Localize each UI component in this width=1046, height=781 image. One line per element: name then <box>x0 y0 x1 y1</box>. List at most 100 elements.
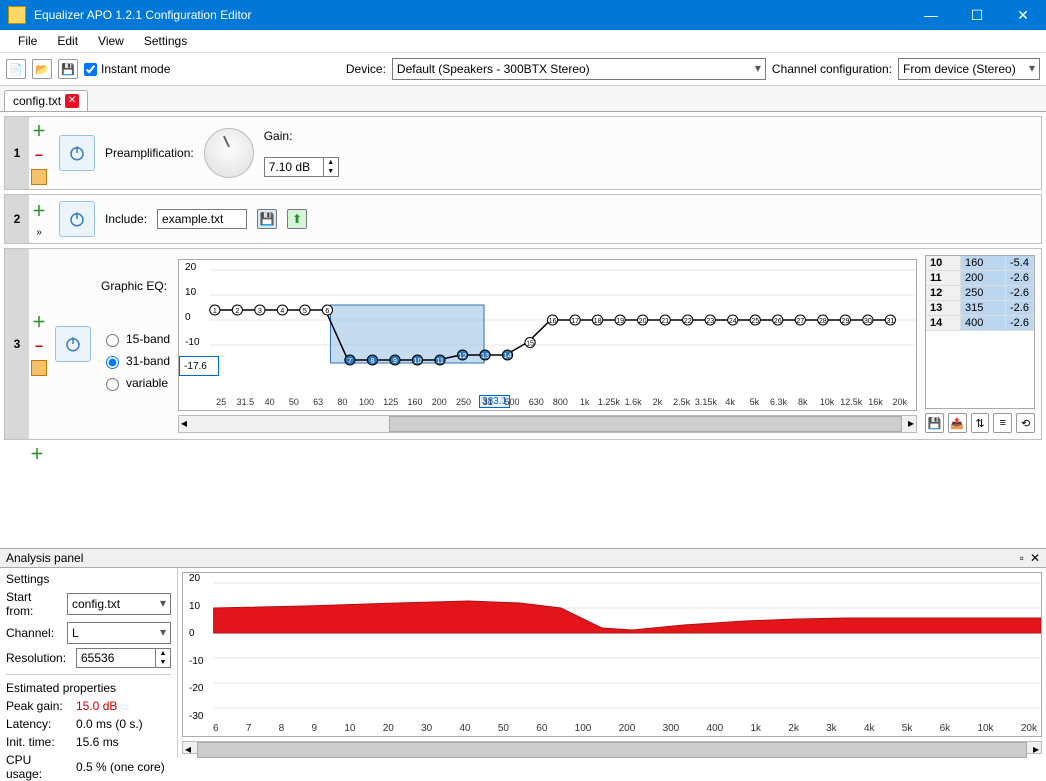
power-button[interactable] <box>55 326 91 362</box>
band-table[interactable]: 10160-5.411200-2.612250-2.613315-2.61440… <box>925 255 1035 409</box>
scroll-left-icon[interactable]: ◂ <box>185 742 191 756</box>
svg-text:13: 13 <box>481 352 489 360</box>
export-bands-button[interactable]: 📤 <box>948 413 967 433</box>
instant-mode-check-icon[interactable] <box>84 63 97 76</box>
edit-filter-icon[interactable] <box>31 360 47 376</box>
new-file-button[interactable]: 📄 <box>6 59 26 79</box>
tab-close-icon[interactable]: ✕ <box>65 94 79 108</box>
scroll-left-icon[interactable]: ◂ <box>181 416 187 430</box>
eq-h-scrollbar[interactable]: ◂ ▸ <box>178 415 917 433</box>
svg-text:29: 29 <box>841 317 849 325</box>
svg-text:23: 23 <box>706 317 714 325</box>
maximize-button[interactable]: ☐ <box>954 0 1000 30</box>
resolution-spinner[interactable]: ▲▼ <box>76 648 171 668</box>
remove-filter-icon[interactable]: − <box>35 147 43 163</box>
svg-text:2: 2 <box>235 307 239 315</box>
open-file-button[interactable]: 📂 <box>32 59 52 79</box>
save-file-button[interactable]: 💾 <box>58 59 78 79</box>
power-icon <box>64 335 82 353</box>
channel-dropdown[interactable]: L <box>67 622 171 644</box>
close-button[interactable]: ✕ <box>1000 0 1046 30</box>
cpu-usage-value: 0.5 % (one core) <box>76 760 165 774</box>
minimize-button[interactable]: — <box>908 0 954 30</box>
svg-text:5: 5 <box>303 307 307 315</box>
add-filter-icon[interactable]: ＋ <box>32 312 46 332</box>
svg-text:26: 26 <box>774 317 782 325</box>
window-title: Equalizer APO 1.2.1 Configuration Editor <box>34 8 908 22</box>
svg-text:17: 17 <box>571 317 579 325</box>
svg-text:19: 19 <box>616 317 624 325</box>
row-number-1: 1 <box>5 117 29 189</box>
mode-variable-radio[interactable]: variable <box>101 375 170 391</box>
latency-value: 0.0 ms (0 s.) <box>76 717 143 731</box>
graphic-eq-label: Graphic EQ: <box>101 279 170 293</box>
analysis-chart[interactable]: 20100-10-20-30 6789102030405060100200300… <box>182 572 1042 737</box>
menu-file[interactable]: File <box>8 32 47 50</box>
reset-bands-button[interactable]: ⟲ <box>1016 413 1035 433</box>
analysis-h-scrollbar[interactable]: ◂ ▸ <box>182 741 1042 754</box>
svg-text:8: 8 <box>371 357 375 365</box>
start-from-dropdown[interactable]: config.txt <box>67 593 171 615</box>
estimated-header: Estimated properties <box>6 681 171 695</box>
analysis-title: Analysis panel <box>6 551 83 565</box>
svg-text:28: 28 <box>819 317 827 325</box>
expand-icon[interactable]: » <box>36 227 42 238</box>
svg-text:27: 27 <box>796 317 804 325</box>
svg-text:6: 6 <box>325 307 329 315</box>
add-row-icon[interactable]: ＋ <box>30 446 44 462</box>
row-number-2: 2 <box>5 195 29 243</box>
close-panel-icon[interactable]: ✕ <box>1030 551 1040 565</box>
device-label: Device: <box>346 62 386 76</box>
scroll-right-icon[interactable]: ▸ <box>1033 742 1039 756</box>
eq-graph[interactable]: 1234567891011121314151617181920212223242… <box>178 259 917 411</box>
band-row[interactable]: 12250-2.6 <box>926 286 1034 301</box>
menubar: File Edit View Settings <box>0 30 1046 53</box>
remove-filter-icon[interactable]: − <box>35 338 43 354</box>
app-icon <box>8 6 26 24</box>
gain-knob[interactable] <box>204 128 254 178</box>
open-include-button[interactable]: ⬆ <box>287 209 307 229</box>
invert-bands-button[interactable]: ⇅ <box>971 413 990 433</box>
svg-text:3: 3 <box>258 307 262 315</box>
band-row[interactable]: 14400-2.6 <box>926 316 1034 331</box>
instant-mode-checkbox[interactable]: Instant mode <box>84 62 170 76</box>
include-input[interactable] <box>157 209 247 229</box>
dock-icon[interactable]: ▫ <box>1020 551 1024 565</box>
add-filter-icon[interactable]: ＋ <box>32 121 46 141</box>
power-button[interactable] <box>59 135 95 171</box>
power-button[interactable] <box>59 201 95 237</box>
edit-filter-icon[interactable] <box>31 169 47 185</box>
band-row[interactable]: 10160-5.4 <box>926 256 1034 271</box>
svg-text:21: 21 <box>661 317 669 325</box>
spin-up-icon[interactable]: ▲ <box>324 158 338 167</box>
mode-31band-radio[interactable]: 31-band <box>101 353 170 369</box>
power-icon <box>68 210 86 228</box>
init-time-value: 15.6 ms <box>76 735 119 749</box>
edit-db-input[interactable] <box>179 356 219 376</box>
svg-text:20: 20 <box>639 317 647 325</box>
mode-15band-radio[interactable]: 15-band <box>101 331 170 347</box>
device-dropdown[interactable]: Default (Speakers - 300BTX Stereo) <box>392 58 766 80</box>
menu-view[interactable]: View <box>88 32 134 50</box>
band-row[interactable]: 13315-2.6 <box>926 301 1034 316</box>
add-filter-icon[interactable]: ＋ <box>32 201 46 221</box>
band-row[interactable]: 11200-2.6 <box>926 271 1034 286</box>
channel-config-label: Channel configuration: <box>772 62 892 76</box>
svg-text:25: 25 <box>751 317 759 325</box>
svg-text:10: 10 <box>414 357 422 365</box>
scroll-right-icon[interactable]: ▸ <box>908 416 914 430</box>
svg-text:15: 15 <box>526 340 534 348</box>
tab-config[interactable]: config.txt ✕ <box>4 90 88 111</box>
peak-gain-value: 15.0 dB <box>76 699 117 713</box>
menu-edit[interactable]: Edit <box>47 32 88 50</box>
gain-spinner[interactable]: ▲▼ <box>264 157 339 177</box>
svg-text:14: 14 <box>504 352 512 360</box>
save-bands-button[interactable]: 💾 <box>925 413 944 433</box>
spin-down-icon[interactable]: ▼ <box>324 167 338 176</box>
channel-config-dropdown[interactable]: From device (Stereo) <box>898 58 1040 80</box>
browse-button[interactable]: 💾 <box>257 209 277 229</box>
svg-text:30: 30 <box>864 317 872 325</box>
menu-settings[interactable]: Settings <box>134 32 197 50</box>
gain-input[interactable] <box>265 159 323 175</box>
normalize-bands-button[interactable]: ≡ <box>993 413 1012 433</box>
